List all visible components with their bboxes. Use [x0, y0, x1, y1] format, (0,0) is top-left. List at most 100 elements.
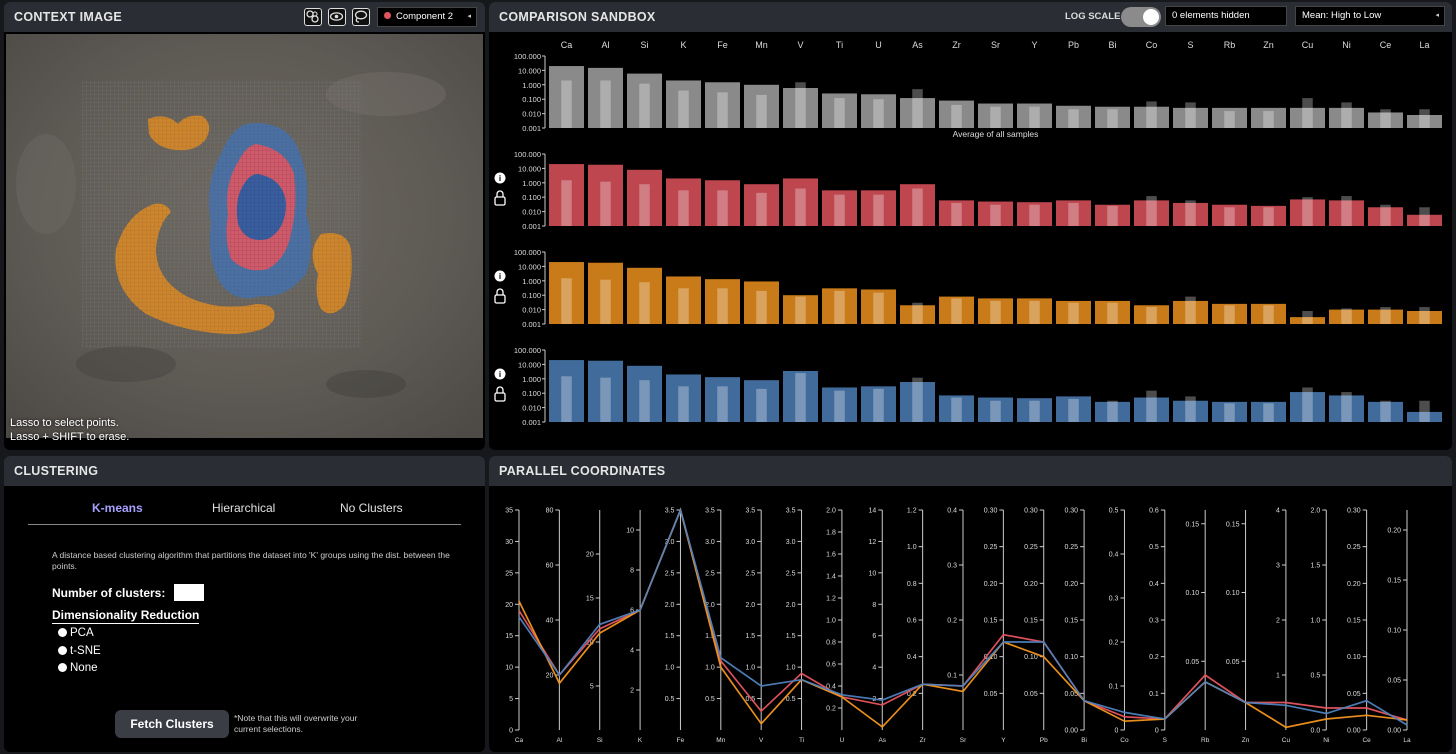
context-image-canvas[interactable] [6, 34, 483, 438]
axis-label-V: V [759, 737, 764, 744]
y-tick-label: 10.000 [518, 262, 541, 271]
inner-bar-Ti [834, 390, 845, 422]
y-tick-label: 0.010 [522, 208, 541, 217]
inner-bar-Ce [1380, 400, 1391, 422]
category-label-S: S [1187, 40, 1193, 50]
axis-tick-label: 12 [868, 539, 876, 546]
inner-bar-As [912, 89, 923, 128]
axis-label-Cu: Cu [1282, 737, 1291, 744]
axis-tick-label: 0.30 [1064, 508, 1078, 515]
category-label-Zn: Zn [1263, 40, 1274, 50]
inner-bar-Pb [1068, 109, 1079, 128]
radio-none[interactable]: None [58, 662, 98, 674]
axis-tick-label: 0.15 [1347, 618, 1361, 625]
inner-bar-Sr [990, 300, 1001, 324]
axis-tick-label: 2 [630, 688, 634, 695]
category-label-Mn: Mn [755, 40, 768, 50]
category-label-V: V [797, 40, 803, 50]
axis-tick-label: 2.5 [665, 570, 675, 577]
axis-tick-label: 0.2 [826, 706, 836, 713]
axis-tick-label: 5 [590, 684, 594, 691]
category-label-Ca: Ca [561, 40, 573, 50]
inner-bar-Si [639, 380, 650, 422]
layers-icon[interactable] [304, 8, 322, 26]
info-icon-glyph: i [499, 370, 501, 379]
inner-bar-Cu [1302, 197, 1313, 226]
inner-bar-Y [1029, 400, 1040, 422]
axis-label-La: La [1403, 737, 1411, 744]
inner-bar-Sr [990, 106, 1001, 128]
inner-bar-V [795, 373, 806, 422]
axis-tick-label: 0.10 [1024, 654, 1038, 661]
axis-tick-label: 0.25 [984, 544, 998, 551]
axis-tick-label: 0.10 [1226, 590, 1240, 597]
tab-no-clusters[interactable]: No Clusters [340, 501, 403, 515]
lock-icon[interactable] [494, 196, 506, 206]
y-tick-label: 0.100 [522, 193, 541, 202]
axis-label-Bi: Bi [1081, 737, 1087, 744]
fetch-clusters-button[interactable]: Fetch Clusters [115, 710, 229, 738]
inner-bar-Co [1146, 196, 1157, 226]
inner-bar-U [873, 388, 884, 422]
tab-kmeans[interactable]: K-means [92, 501, 143, 515]
fetch-note: *Note that this will overwrite your curr… [234, 713, 358, 734]
parallel-coordinates-panel: PARALLEL COORDINATES 0 5 10 15 20 25 30 35 Ca 20 4… [489, 456, 1452, 752]
parallel-title: PARALLEL COORDINATES [499, 464, 666, 478]
inner-bar-La [1419, 400, 1430, 422]
context-image-svg[interactable] [6, 34, 483, 438]
axis-tick-label: 0.2 [1149, 654, 1159, 661]
inner-bar-La [1419, 307, 1430, 324]
inner-bar-Y [1029, 300, 1040, 324]
axis-tick-label: 1.5 [665, 633, 675, 640]
radio-pca[interactable]: PCA [58, 627, 94, 639]
inner-bar-U [873, 292, 884, 324]
dim-reduction-label: Dimensionality Reduction [52, 608, 200, 624]
axis-tick-label: 0.1 [1109, 684, 1119, 691]
axis-tick-label: 2.0 [826, 508, 836, 515]
category-label-Bi: Bi [1108, 40, 1116, 50]
axis-tick-label: 0.4 [1109, 552, 1119, 559]
inner-bar-Si [639, 184, 650, 226]
axis-tick-label: 8 [630, 568, 634, 575]
axis-tick-label: 1.0 [826, 618, 836, 625]
axis-tick-label: 1.0 [665, 665, 675, 672]
radio-none-label: None [70, 662, 98, 674]
axis-tick-label: 1.0 [745, 665, 755, 672]
hidden-elements-field[interactable]: 0 elements hidden [1165, 6, 1287, 26]
tab-hierarchical[interactable]: Hierarchical [212, 501, 275, 515]
log-scale-toggle[interactable] [1121, 7, 1161, 27]
axis-tick-label: 35 [505, 508, 513, 515]
axis-tick-label: 3.0 [745, 539, 755, 546]
axis-tick-label: 0.25 [1024, 544, 1038, 551]
category-label-Rb: Rb [1224, 40, 1236, 50]
component-dropdown[interactable]: Component 2 ◂ [377, 7, 477, 27]
axis-tick-label: 20 [586, 552, 594, 559]
lock-icon[interactable] [494, 294, 506, 304]
inner-bar-Bi [1107, 302, 1118, 324]
inner-bar-K [678, 288, 689, 324]
radio-tsne[interactable]: t-SNE [58, 645, 101, 657]
inner-bar-Ni [1341, 308, 1352, 324]
chevron-down-icon: ◂ [1435, 12, 1439, 19]
axis-tick-label: 0.00 [1064, 728, 1078, 735]
inner-bar-Fe [717, 190, 728, 226]
num-clusters-input[interactable] [174, 584, 204, 601]
axis-tick-label: 0.10 [1186, 590, 1200, 597]
inner-bar-Rb [1224, 207, 1235, 226]
category-label-Si: Si [640, 40, 648, 50]
inner-bar-Bi [1107, 205, 1118, 226]
axis-tick-label: 4 [630, 648, 634, 655]
inner-bar-Y [1029, 204, 1040, 226]
info-icon-glyph: i [499, 272, 501, 281]
axis-tick-label: 25 [505, 570, 513, 577]
category-label-Cu: Cu [1302, 40, 1314, 50]
axis-label-Pb: Pb [1040, 737, 1048, 744]
axis-tick-label: 0.6 [907, 618, 917, 625]
axis-label-Ce: Ce [1362, 737, 1371, 744]
axis-tick-label: 0.05 [1226, 659, 1240, 666]
sort-dropdown[interactable]: Mean: High to Low ◂ [1295, 6, 1445, 26]
lock-icon[interactable] [494, 392, 506, 402]
lasso-icon[interactable] [352, 8, 370, 26]
eye-icon[interactable] [328, 8, 346, 26]
inner-bar-Al [600, 377, 611, 422]
